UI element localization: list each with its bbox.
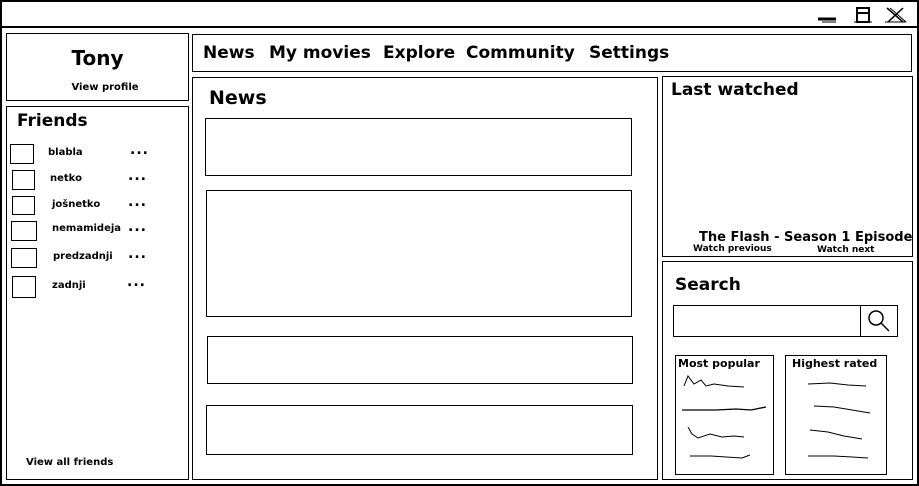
watch-previous-link[interactable]: Watch previous bbox=[693, 244, 772, 254]
highest-rated-title: Highest rated bbox=[792, 357, 878, 370]
friend-name: blabla bbox=[48, 147, 83, 158]
scribble-placeholder bbox=[682, 374, 767, 459]
friend-name: netko bbox=[50, 173, 82, 184]
friend-item[interactable]: blabla ... bbox=[10, 142, 185, 166]
search-title: Search bbox=[675, 275, 741, 295]
highest-rated-box[interactable]: Highest rated bbox=[785, 355, 887, 475]
friend-avatar bbox=[12, 196, 35, 215]
friend-avatar bbox=[12, 170, 35, 190]
app-window: Tony View profile News My movies Explore… bbox=[2, 2, 919, 484]
friend-avatar bbox=[11, 248, 37, 268]
minimize-icon[interactable] bbox=[816, 6, 838, 24]
title-bar bbox=[2, 2, 917, 28]
view-profile-link[interactable]: View profile bbox=[7, 82, 203, 93]
last-watched-title: Last watched bbox=[671, 80, 799, 100]
friend-name: jošnetko bbox=[52, 199, 101, 210]
main-nav: News My movies Explore Community Setting… bbox=[192, 34, 912, 72]
maximize-icon[interactable] bbox=[852, 6, 874, 24]
view-all-friends-link[interactable]: View all friends bbox=[26, 457, 113, 468]
friend-more-icon[interactable]: ... bbox=[128, 219, 147, 235]
search-panel: Search Most popular Highest rated bbox=[662, 261, 913, 480]
nav-settings[interactable]: Settings bbox=[589, 43, 669, 63]
profile-name: Tony bbox=[71, 46, 124, 70]
friend-item[interactable]: netko ... bbox=[12, 168, 187, 192]
last-watched-panel: Last watched The Flash - Season 1 Episod… bbox=[662, 76, 919, 257]
news-item[interactable] bbox=[205, 118, 632, 176]
friend-item[interactable]: nemamideja ... bbox=[11, 219, 186, 243]
friend-more-icon[interactable]: ... bbox=[130, 142, 149, 158]
friend-avatar bbox=[12, 276, 36, 298]
friends-title: Friends bbox=[17, 111, 88, 131]
nav-my-movies[interactable]: My movies bbox=[269, 43, 371, 63]
watch-next-link[interactable]: Watch next bbox=[817, 245, 874, 255]
news-item[interactable] bbox=[207, 336, 633, 384]
friend-avatar bbox=[10, 144, 34, 164]
last-watched-show[interactable]: The Flash - Season 1 Episode 4 bbox=[699, 230, 919, 245]
news-item[interactable] bbox=[206, 190, 632, 317]
friends-panel: Friends blabla ... netko ... jošnetko ..… bbox=[6, 106, 189, 480]
friend-more-icon[interactable]: ... bbox=[128, 168, 147, 184]
news-title: News bbox=[209, 87, 267, 109]
search-button[interactable] bbox=[860, 305, 898, 337]
most-popular-title: Most popular bbox=[678, 357, 760, 370]
friend-item[interactable]: jošnetko ... bbox=[12, 194, 187, 218]
friend-item[interactable]: predzadnji ... bbox=[11, 246, 186, 270]
friend-more-icon[interactable]: ... bbox=[128, 194, 147, 210]
news-item[interactable] bbox=[206, 405, 633, 455]
scribble-placeholder bbox=[807, 382, 871, 459]
nav-community[interactable]: Community bbox=[466, 43, 575, 63]
friend-more-icon[interactable]: ... bbox=[128, 246, 147, 262]
friend-name: nemamideja bbox=[52, 223, 122, 234]
nav-news[interactable]: News bbox=[203, 43, 255, 63]
friend-item[interactable]: zadnji ... bbox=[12, 274, 187, 298]
most-popular-box[interactable]: Most popular bbox=[675, 355, 774, 475]
nav-explore[interactable]: Explore bbox=[383, 43, 455, 63]
news-panel: News bbox=[192, 77, 658, 480]
friend-avatar bbox=[11, 221, 37, 241]
profile-panel: Tony View profile bbox=[6, 33, 189, 101]
close-icon[interactable] bbox=[884, 6, 907, 24]
friend-name: zadnji bbox=[52, 280, 86, 291]
magnifier-icon bbox=[868, 310, 890, 332]
friend-more-icon[interactable]: ... bbox=[127, 274, 146, 290]
search-input[interactable] bbox=[673, 305, 861, 337]
friend-name: predzadnji bbox=[53, 251, 113, 262]
